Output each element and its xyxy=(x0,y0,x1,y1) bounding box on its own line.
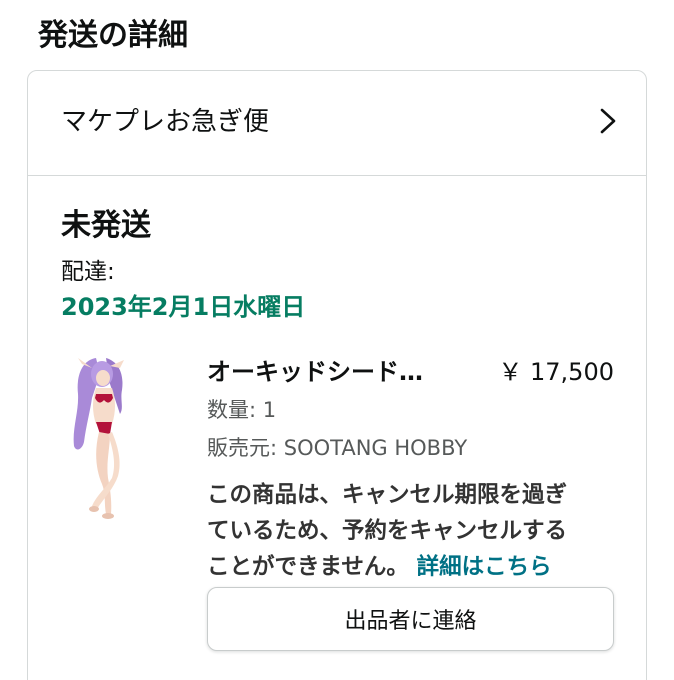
product-image[interactable] xyxy=(66,354,142,522)
notice-line-3: ことができません。 詳細はこちら xyxy=(207,549,627,585)
shipment-details-page: 発送の詳細 マケプレお急ぎ便 未発送 配達: 2023年2月1日水曜日 オーキッ… xyxy=(0,0,674,680)
section-title: 発送の詳細 xyxy=(38,18,188,53)
chevron-right-icon xyxy=(600,108,616,134)
shipping-method-row[interactable]: マケプレお急ぎ便 xyxy=(28,71,646,176)
notice-line-3-text: ことができません。 xyxy=(207,554,409,580)
product-name[interactable]: オーキッドシード… xyxy=(207,354,461,390)
shipping-method-label: マケプレお急ぎ便 xyxy=(61,107,270,137)
product-price: ￥ 17,500 xyxy=(498,358,614,386)
details-link[interactable]: 詳細はこちら xyxy=(417,554,552,580)
cancellation-notice: この商品は、キャンセル期限を過ぎ ているため、予約をキャンセルする ことができま… xyxy=(207,477,627,585)
delivery-label: 配達: xyxy=(61,259,115,285)
contact-seller-button[interactable]: 出品者に連絡 xyxy=(207,587,614,651)
delivery-date: 2023年2月1日水曜日 xyxy=(61,293,306,321)
seller: 販売元: SOOTANG HOBBY xyxy=(207,436,468,460)
shipment-card: マケプレお急ぎ便 未発送 配達: 2023年2月1日水曜日 オーキッドシード… … xyxy=(27,70,647,680)
notice-line-1: この商品は、キャンセル期限を過ぎ xyxy=(207,482,568,508)
quantity: 数量: 1 xyxy=(207,398,277,422)
shipment-status: 未発送 xyxy=(61,208,151,243)
notice-line-2: ているため、予約をキャンセルする xyxy=(207,518,568,544)
